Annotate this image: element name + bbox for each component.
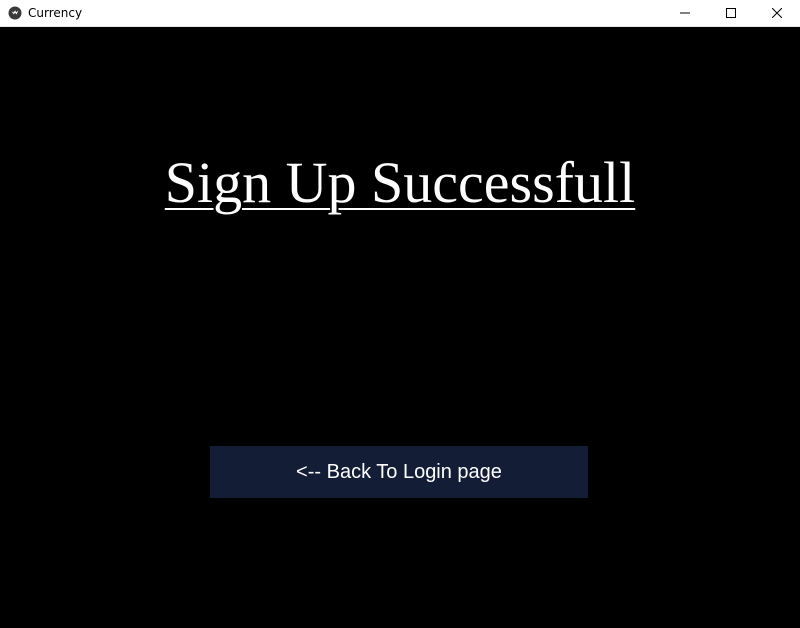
back-to-login-button[interactable]: <-- Back To Login page — [210, 446, 588, 498]
close-button[interactable] — [754, 0, 800, 26]
window-title: Currency — [28, 6, 83, 20]
title-bar[interactable]: Currency — [0, 0, 800, 27]
minimize-icon — [680, 12, 690, 14]
maximize-button[interactable] — [708, 0, 754, 26]
kivy-logo-icon — [8, 6, 22, 20]
minimize-button[interactable] — [662, 0, 708, 26]
maximize-icon — [726, 8, 736, 18]
main-content: Sign Up Successfull <-- Back To Login pa… — [0, 28, 800, 628]
page-title: Sign Up Successfull — [164, 150, 636, 215]
close-icon — [772, 8, 782, 18]
